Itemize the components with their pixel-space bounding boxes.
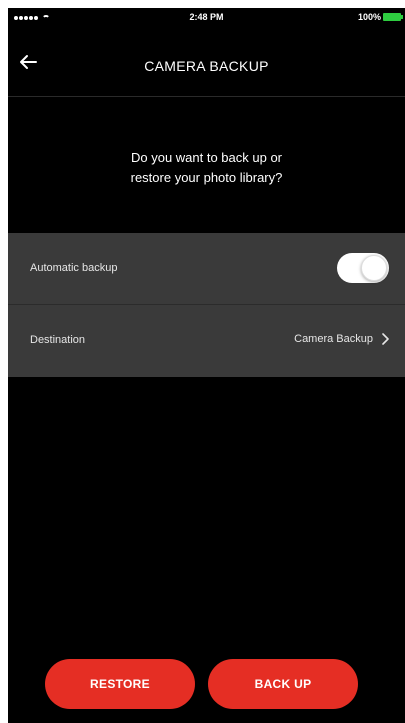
restore-button[interactable]: RESTORE — [45, 659, 195, 709]
battery-percent: 100% — [357, 12, 381, 22]
toggle-knob — [361, 255, 387, 281]
backup-prompt: Do you want to back up or restore your p… — [8, 148, 405, 188]
destination-label: Destination — [30, 334, 86, 346]
page-title: CAMERA BACKUP — [144, 58, 269, 74]
battery-indicator: 100% — [357, 12, 403, 22]
status-bar: 2:48 PM 100% — [8, 8, 405, 28]
destination-value: Camera Backup — [294, 333, 373, 345]
automatic-backup-toggle[interactable] — [337, 253, 389, 283]
automatic-backup-label: Automatic backup — [30, 262, 118, 274]
automatic-backup-row: Automatic backup — [8, 233, 405, 305]
destination-selector[interactable]: Camera Backup — [294, 333, 389, 345]
status-time: 2:48 PM — [189, 12, 224, 22]
chevron-right-icon — [382, 333, 389, 345]
navigation-bar: CAMERA BACKUP — [8, 28, 405, 97]
back-up-button[interactable]: BACK UP — [208, 659, 358, 709]
battery-icon — [383, 13, 403, 21]
prompt-line-2: restore your photo library? — [130, 170, 283, 185]
prompt-line-1: Do you want to back up or — [130, 150, 283, 165]
app-screen: 2:48 PM 100% CAMERA BACKUP Do you want t… — [8, 8, 405, 723]
backup-settings: Automatic backup Destination Camera Back… — [8, 233, 405, 377]
destination-row[interactable]: Destination Camera Backup — [8, 305, 405, 377]
